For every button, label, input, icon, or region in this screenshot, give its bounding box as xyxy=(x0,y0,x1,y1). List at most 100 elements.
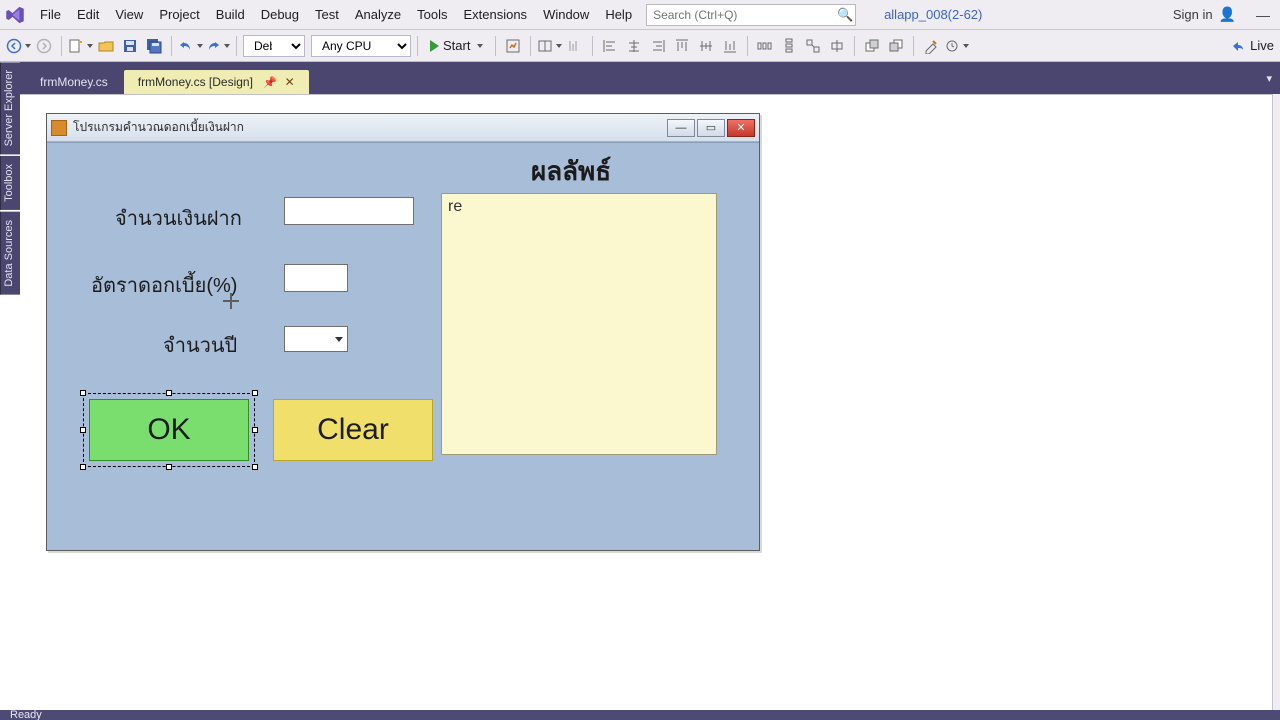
result-textbox[interactable]: re xyxy=(441,193,717,455)
separator xyxy=(747,36,748,56)
hspace-equal-button[interactable] xyxy=(754,34,776,58)
properties-gutter[interactable] xyxy=(1272,94,1280,710)
open-button[interactable] xyxy=(95,34,117,58)
sidetab-server-explorer[interactable]: Server Explorer xyxy=(0,62,20,154)
document-tabstrip: frmMoney.cs frmMoney.cs [Design] 📌 ✕ ▾ xyxy=(20,62,1280,94)
resize-handle-se[interactable] xyxy=(252,464,258,470)
menu-item-build[interactable]: Build xyxy=(208,3,253,26)
align-right-button[interactable] xyxy=(647,34,669,58)
menu-item-help[interactable]: Help xyxy=(597,3,640,26)
search-input[interactable] xyxy=(647,8,835,22)
menu-item-edit[interactable]: Edit xyxy=(69,3,107,26)
vspace-equal-button[interactable] xyxy=(778,34,800,58)
bring-front-button[interactable] xyxy=(861,34,883,58)
nav-forward-button[interactable] xyxy=(33,34,55,58)
align-middle-button[interactable] xyxy=(695,34,717,58)
search-icon: 🔍 xyxy=(835,7,855,23)
align-left-button[interactable] xyxy=(599,34,621,58)
toolbar-icon[interactable] xyxy=(564,34,586,58)
nav-back-button[interactable] xyxy=(6,34,31,58)
send-back-button[interactable] xyxy=(885,34,907,58)
label-result-heading[interactable]: ผลลัพธ์ xyxy=(531,151,611,192)
separator xyxy=(530,36,531,56)
status-bar: Ready xyxy=(0,710,1280,720)
tab-overflow-icon[interactable]: ▾ xyxy=(1266,72,1272,85)
align-center-button[interactable] xyxy=(623,34,645,58)
menu-item-tools[interactable]: Tools xyxy=(409,3,455,26)
form-maximize-button[interactable]: ▭ xyxy=(697,119,725,137)
form-window[interactable]: โปรแกรมคำนวณดอกเบี้ยเงินฝาก — ▭ ✕ จำนวนเ… xyxy=(46,113,760,551)
selection-outline xyxy=(83,393,255,467)
toolbar-icon[interactable] xyxy=(537,34,562,58)
sign-in-link[interactable]: Sign in 👤 xyxy=(1173,6,1236,23)
menu-item-test[interactable]: Test xyxy=(307,3,347,26)
configuration-select[interactable]: Debug xyxy=(243,35,305,57)
menu-item-extensions[interactable]: Extensions xyxy=(455,3,535,26)
save-all-button[interactable] xyxy=(143,34,165,58)
live-share-label: Live xyxy=(1250,38,1274,53)
label-deposit[interactable]: จำนวนเงินฝาก xyxy=(115,202,242,234)
resize-handle-ne[interactable] xyxy=(252,390,258,396)
menu-item-analyze[interactable]: Analyze xyxy=(347,3,409,26)
form-client-area[interactable]: จำนวนเงินฝาก อัตราดอกเบี้ย(%) จำนวนปี OK… xyxy=(47,142,759,550)
menu-item-debug[interactable]: Debug xyxy=(253,3,307,26)
form-titlebar[interactable]: โปรแกรมคำนวณดอกเบี้ยเงินฝาก — ▭ ✕ xyxy=(47,114,759,142)
menu-bar: File Edit View Project Build Debug Test … xyxy=(0,0,1280,30)
start-button[interactable]: Start xyxy=(424,34,489,58)
resize-handle-e[interactable] xyxy=(252,427,258,433)
start-label: Start xyxy=(443,38,470,53)
resize-handle-n[interactable] xyxy=(166,390,172,396)
redo-button[interactable] xyxy=(205,34,230,58)
clear-button[interactable]: Clear xyxy=(273,399,433,461)
status-text: Ready xyxy=(10,710,42,720)
separator xyxy=(913,36,914,56)
resize-handle-w[interactable] xyxy=(80,427,86,433)
pin-icon[interactable]: 📌 xyxy=(263,76,277,89)
search-box[interactable]: 🔍 xyxy=(646,4,856,26)
form-minimize-button[interactable]: — xyxy=(667,119,695,137)
new-item-button[interactable] xyxy=(68,34,93,58)
toolbar-icon[interactable] xyxy=(944,34,969,58)
separator xyxy=(61,36,62,56)
sidetab-data-sources[interactable]: Data Sources xyxy=(0,212,20,295)
separator xyxy=(495,36,496,56)
resize-handle-nw[interactable] xyxy=(80,390,86,396)
solution-name: allapp_008(2-62) xyxy=(884,7,982,22)
undo-button[interactable] xyxy=(178,34,203,58)
menu-item-view[interactable]: View xyxy=(107,3,151,26)
window-minimize[interactable]: — xyxy=(1250,7,1276,23)
toolbar-icon[interactable] xyxy=(502,34,524,58)
input-rate[interactable] xyxy=(284,264,348,292)
resize-handle-sw[interactable] xyxy=(80,464,86,470)
save-button[interactable] xyxy=(119,34,141,58)
form-title: โปรแกรมคำนวณดอกเบี้ยเงินฝาก xyxy=(73,118,667,137)
menu-item-file[interactable]: File xyxy=(32,3,69,26)
size-equal-button[interactable] xyxy=(802,34,824,58)
doc-tab-code[interactable]: frmMoney.cs xyxy=(26,70,122,94)
vs-logo-icon xyxy=(4,4,26,26)
separator xyxy=(236,36,237,56)
design-surface[interactable]: โปรแกรมคำนวณดอกเบี้ยเงินฝาก — ▭ ✕ จำนวนเ… xyxy=(20,94,1272,710)
separator xyxy=(417,36,418,56)
menu-item-project[interactable]: Project xyxy=(151,3,207,26)
side-tool-tabs: Server Explorer Toolbox Data Sources xyxy=(0,62,20,295)
platform-select[interactable]: Any CPU xyxy=(311,35,411,57)
select-years[interactable] xyxy=(284,326,348,352)
sidetab-toolbox[interactable]: Toolbox xyxy=(0,156,20,210)
doc-tab-label: frmMoney.cs xyxy=(40,75,108,89)
toolbar-icon[interactable] xyxy=(920,34,942,58)
resize-handle-s[interactable] xyxy=(166,464,172,470)
align-bottom-button[interactable] xyxy=(719,34,741,58)
live-share-button[interactable] xyxy=(1226,34,1248,58)
label-rate[interactable]: อัตราดอกเบี้ย(%) xyxy=(91,269,237,301)
input-deposit[interactable] xyxy=(284,197,414,225)
align-top-button[interactable] xyxy=(671,34,693,58)
close-icon[interactable]: ✕ xyxy=(285,75,295,89)
menu-item-window[interactable]: Window xyxy=(535,3,597,26)
main-toolbar: Debug Any CPU Start Live xyxy=(0,30,1280,62)
label-years[interactable]: จำนวนปี xyxy=(163,329,237,361)
form-close-button[interactable]: ✕ xyxy=(727,119,755,137)
center-horiz-button[interactable] xyxy=(826,34,848,58)
sign-in-label: Sign in xyxy=(1173,7,1213,22)
doc-tab-design[interactable]: frmMoney.cs [Design] 📌 ✕ xyxy=(124,70,309,94)
